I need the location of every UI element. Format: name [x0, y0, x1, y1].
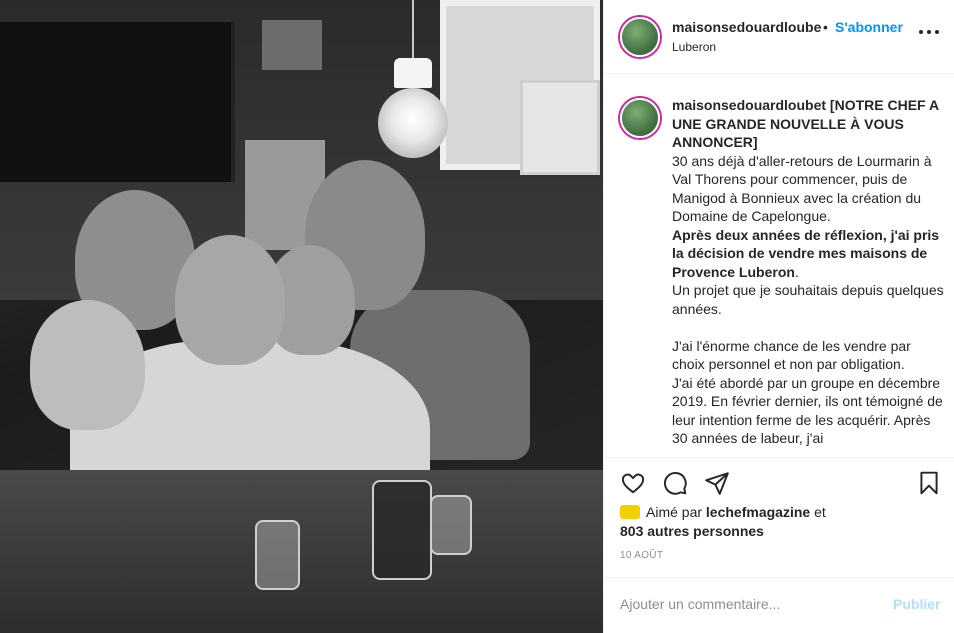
- wine-glass: [372, 480, 432, 580]
- caption-section: maisonsedouardloubet [NOTRE CHEF A UNE G…: [604, 75, 954, 457]
- photo-tv: [0, 22, 235, 182]
- photo-spotlight: [262, 20, 322, 70]
- liker-avatar[interactable]: [620, 505, 640, 519]
- caption-paragraph: Un projet que je souhaitais depuis quelq…: [672, 282, 944, 317]
- post-header: maisonsedouardloube • S'abonner Luberon: [604, 0, 954, 74]
- separator-dot: •: [823, 19, 828, 35]
- avatar[interactable]: [620, 17, 660, 57]
- bookmark-icon[interactable]: [916, 470, 942, 496]
- avatar[interactable]: [620, 98, 660, 138]
- caption-paragraph: 30 ans déjà d'aller-retours de Lourmarin…: [672, 152, 932, 225]
- likes-connector: et: [814, 504, 826, 520]
- person-head: [30, 300, 145, 430]
- caption-username[interactable]: maisonsedouardloubet: [672, 97, 826, 113]
- likes-count[interactable]: 803 autres personnes: [620, 523, 764, 539]
- person-head: [175, 235, 285, 365]
- caption-punctuation: .: [794, 263, 799, 280]
- photo-table: [0, 470, 603, 633]
- comment-input[interactable]: [620, 596, 870, 612]
- publish-button[interactable]: Publier: [893, 596, 940, 612]
- lamp-wire: [412, 0, 414, 60]
- photo-frame-small: [520, 80, 600, 175]
- more-options-icon[interactable]: [919, 28, 939, 36]
- heart-icon[interactable]: [620, 470, 646, 496]
- post-date[interactable]: 10 AOÛT: [620, 550, 663, 561]
- likes-summary: Aimé par lechefmagazine et 803 autres pe…: [620, 503, 950, 541]
- comment-composer: Publier: [604, 577, 954, 633]
- post-caption: maisonsedouardloubet [NOTRE CHEF A UNE G…: [672, 96, 944, 448]
- water-glass: [255, 520, 300, 590]
- water-glass: [430, 495, 472, 555]
- likes-prefix: Aimé par: [646, 504, 703, 520]
- caption-paragraph: J'ai l'énorme chance de les vendre par c…: [672, 337, 911, 373]
- comment-bubble-icon[interactable]: [662, 470, 688, 496]
- location-link[interactable]: Luberon: [672, 40, 716, 54]
- lamp-socket: [394, 58, 432, 88]
- caption-paragraph: J'ai été abordé par un groupe en décembr…: [672, 374, 943, 447]
- post-photo[interactable]: [0, 0, 603, 633]
- liker-username[interactable]: lechefmagazine: [706, 504, 810, 520]
- post-sidebar: maisonsedouardloube • S'abonner Luberon …: [603, 0, 954, 633]
- paper-plane-icon[interactable]: [704, 470, 730, 496]
- follow-button[interactable]: S'abonner: [835, 19, 903, 35]
- author-username[interactable]: maisonsedouardloube: [672, 19, 821, 35]
- caption-bold-paragraph: Après deux années de réflexion, j'ai pri…: [672, 226, 940, 280]
- lamp-bulb: [378, 88, 448, 158]
